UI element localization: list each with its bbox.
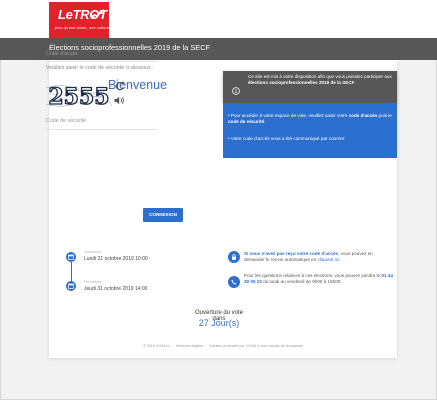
questions-post: du lundi au vendredi de 9h00 à 18h00. <box>261 279 342 285</box>
legal-notice-link[interactable]: Mentions légales <box>176 344 203 348</box>
security-code-input[interactable]: Code de sécurité <box>46 118 86 124</box>
instruction-item-access: • Pour accéder à votre espace de vote, v… <box>228 113 392 125</box>
closing-date: Jeudi 31 octobre 2019 14:00 <box>84 286 148 292</box>
instructions-panel <box>223 103 397 158</box>
sound-icon[interactable] <box>114 96 125 105</box>
info-icon <box>232 87 240 95</box>
access-code-input[interactable]: Code d'accès <box>46 51 78 57</box>
instruction-1-mid: puis le <box>377 113 392 118</box>
letrot-logo[interactable]: LeTROT plus qu'une allure, une culture <box>49 2 109 38</box>
lost-code-help: Si vous n'avez pas reçu votre code d'acc… <box>244 251 394 263</box>
questions-pre: Pour les questions relatives à ces élect… <box>244 273 382 278</box>
footer-powered-by: Solution proposée par VOXALY une marque … <box>209 344 303 348</box>
site-header: LeTROT plus qu'une allure, une culture <box>0 0 437 38</box>
calendar-open-icon <box>66 252 76 262</box>
horse-icon <box>90 9 104 19</box>
captcha-text: 2555 <box>48 84 109 110</box>
phone-icon <box>228 276 240 288</box>
notice-post: . <box>354 80 356 86</box>
notice-pre: Ce site est mis à votre disposition afin… <box>248 74 392 79</box>
vote-countdown: 27 Jour(s) <box>198 318 240 328</box>
opening-date: Lundi 21 octobre 2019 10:00 <box>84 256 148 262</box>
logo-tagline: plus qu'une allure, une culture <box>55 26 110 30</box>
lost-code-bold: Si vous n'avez pas reçu votre code d'acc… <box>244 251 339 256</box>
lost-code-post: . <box>339 257 341 263</box>
captcha-hint: Veuillez saisir le code de sécurité ci-d… <box>46 65 154 71</box>
captcha-image: 2555 <box>45 83 113 110</box>
questions-help: Pour les questions relatives à ces élect… <box>244 273 394 285</box>
footer-copyright: © 2019 VOXALY <box>143 344 170 348</box>
lock-icon <box>228 251 240 263</box>
refresh-icon[interactable] <box>115 81 125 91</box>
resend-code-link[interactable]: cliquant ici <box>318 257 339 262</box>
calendar-close-icon <box>66 281 76 291</box>
instruction-1-bold1: code d'accès <box>348 113 378 118</box>
instruction-1-pre: Pour accéder à votre espace de vote, veu… <box>230 113 349 118</box>
closing-label: Fermeture <box>84 280 102 284</box>
instruction-2-text: Votre code d'accès vous a été communiqué… <box>230 136 346 141</box>
security-code-underline <box>46 129 158 130</box>
instruction-item-mail: • Votre code d'accès vous a été communiq… <box>228 136 346 141</box>
notice-bold: élections socioprofessionnelles 2019 de … <box>248 80 355 86</box>
notice-text: Ce site est mis à votre disposition afin… <box>248 74 393 86</box>
instruction-1-post: . <box>264 119 266 125</box>
connect-button[interactable]: CONNEXION <box>143 208 183 222</box>
opening-label: Ouverture <box>84 250 101 254</box>
user-icon <box>34 51 41 58</box>
access-code-underline <box>46 61 158 62</box>
instruction-1-bold2: code de sécurité <box>228 119 265 125</box>
footer: © 2019 VOXALY - Mentions légales - Solutio… <box>143 344 303 348</box>
